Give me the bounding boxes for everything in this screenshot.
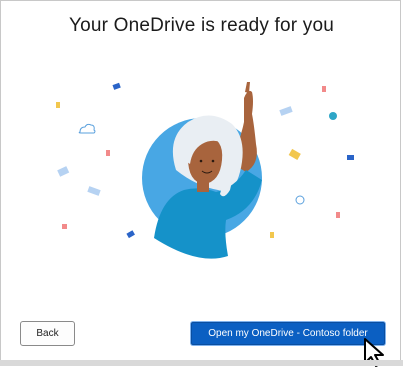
window-bottom-edge (0, 360, 403, 366)
celebration-illustration (56, 82, 354, 259)
dialog-title: Your OneDrive is ready for you (68, 15, 335, 36)
back-button[interactable]: Back (20, 321, 75, 346)
open-onedrive-folder-button[interactable]: Open my OneDrive - Contoso folder (191, 322, 385, 345)
